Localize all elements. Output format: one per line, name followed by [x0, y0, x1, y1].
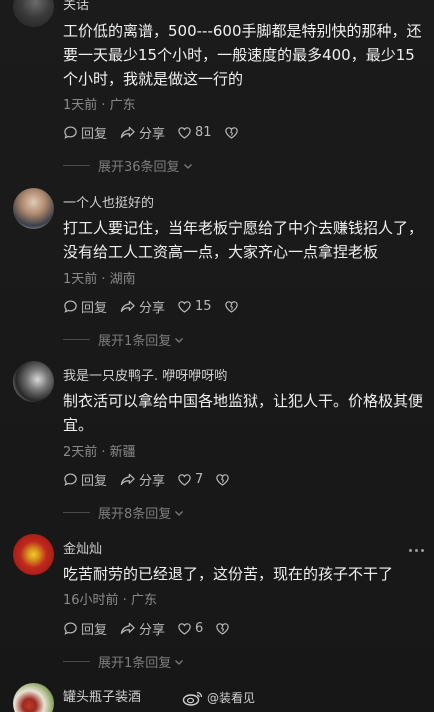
like-button[interactable]: 7	[177, 472, 203, 487]
comment-actions: 回复 分享 81	[63, 122, 254, 142]
heart-icon	[178, 473, 191, 486]
username[interactable]: 罐头瓶子装酒	[63, 686, 141, 705]
comment-meta: 1天前 · 广东	[63, 98, 136, 113]
avatar[interactable]	[13, 0, 54, 27]
broken-heart-icon	[224, 300, 238, 313]
reply-icon	[64, 299, 77, 313]
chevron-down-icon	[183, 163, 192, 169]
reply-icon	[64, 125, 77, 139]
broken-heart-icon	[224, 126, 238, 139]
reply-label: 回复	[81, 300, 108, 316]
share-label: 分享	[139, 473, 166, 489]
dislike-button[interactable]	[215, 472, 233, 487]
watermark-text: @装看见	[207, 691, 256, 705]
comment-text: 打工人要记住，当年老板宁愿给了中介去赚钱招人了，没有给工人工资高一点，大家齐心一…	[63, 219, 424, 261]
reply-label: 回复	[81, 126, 108, 142]
expand-label: 展开36条回复	[98, 160, 180, 175]
divider-line	[63, 661, 90, 662]
comment-meta: 1天前 · 湖南	[63, 272, 136, 287]
username[interactable]: 一个人也挺好的	[63, 192, 154, 211]
share-icon	[120, 126, 135, 138]
comment-text: 吃苦耐劳的已经退了，这份苦，现在的孩子不干了	[63, 565, 394, 583]
dislike-button[interactable]	[224, 299, 242, 314]
expand-replies-button[interactable]: 展开8条回复	[63, 503, 185, 522]
share-label: 分享	[139, 622, 166, 638]
share-icon	[120, 473, 135, 485]
share-label: 分享	[139, 126, 166, 142]
like-count: 6	[195, 620, 204, 636]
expand-replies-button[interactable]: 展开1条回复	[63, 330, 185, 349]
like-button[interactable]: 15	[177, 299, 212, 314]
avatar[interactable]	[13, 188, 54, 229]
comment-list: 关话 工价低的离谱，500---600手脚都是特别快的那种，还要一天最少15个小…	[0, 0, 434, 712]
comment-meta: 16小时前 · 广东	[63, 593, 157, 608]
expand-label: 展开1条回复	[98, 334, 172, 349]
avatar[interactable]	[13, 683, 54, 712]
comment-text: 制衣活可以拿给中国各地监狱，让犯人干。价格极其便宜。	[63, 392, 424, 434]
divider-line	[63, 512, 90, 513]
chevron-down-icon	[175, 337, 184, 343]
dislike-button[interactable]	[224, 125, 242, 140]
share-button[interactable]: 分享	[119, 470, 165, 489]
divider-line	[63, 165, 90, 166]
reply-button[interactable]: 回复	[63, 123, 107, 142]
username[interactable]: 金灿灿	[63, 538, 102, 557]
expand-replies-button[interactable]: 展开36条回复	[63, 156, 194, 175]
heart-icon	[178, 300, 191, 313]
heart-icon	[178, 622, 191, 635]
like-count: 15	[195, 298, 212, 314]
share-icon	[120, 300, 135, 312]
share-label: 分享	[139, 300, 166, 316]
username[interactable]: 关话	[63, 0, 89, 13]
divider-line	[63, 339, 90, 340]
share-button[interactable]: 分享	[119, 123, 165, 142]
more-options-button[interactable]	[409, 549, 424, 552]
like-button[interactable]: 81	[177, 125, 212, 140]
avatar[interactable]	[13, 361, 54, 402]
comment-meta: 2天前 · 新疆	[63, 445, 136, 460]
dot	[415, 549, 418, 552]
share-icon	[120, 622, 135, 634]
dot	[421, 549, 424, 552]
reply-icon	[64, 621, 77, 635]
weibo-logo-icon	[182, 691, 203, 706]
comment-actions: 回复 分享 7	[63, 469, 245, 489]
broken-heart-icon	[216, 473, 230, 486]
heart-icon	[178, 126, 191, 139]
share-button[interactable]: 分享	[119, 619, 165, 638]
reply-button[interactable]: 回复	[63, 470, 107, 489]
username[interactable]: 我是一只皮鸭子. 咿呀咿呀哟	[63, 365, 227, 384]
reply-icon	[64, 472, 77, 486]
like-button[interactable]: 6	[177, 621, 203, 636]
dot	[409, 549, 412, 552]
chevron-down-icon	[175, 510, 184, 516]
share-button[interactable]: 分享	[119, 297, 165, 316]
broken-heart-icon	[216, 622, 230, 635]
watermark: @装看见	[182, 689, 255, 706]
comment-actions: 回复 分享 6	[63, 618, 245, 638]
reply-button[interactable]: 回复	[63, 297, 107, 316]
expand-replies-button[interactable]: 展开1条回复	[63, 652, 185, 671]
like-count: 81	[195, 124, 212, 140]
reply-label: 回复	[81, 473, 108, 489]
expand-label: 展开8条回复	[98, 507, 172, 522]
expand-label: 展开1条回复	[98, 656, 172, 671]
like-count: 7	[195, 471, 204, 487]
comment-text: 工价低的离谱，500---600手脚都是特别快的那种，还要一天最少15个小时，一…	[63, 22, 422, 88]
reply-button[interactable]: 回复	[63, 619, 107, 638]
chevron-down-icon	[175, 659, 184, 665]
avatar[interactable]	[13, 534, 54, 575]
dislike-button[interactable]	[215, 621, 233, 636]
reply-label: 回复	[81, 622, 108, 638]
comment-actions: 回复 分享 15	[63, 296, 254, 316]
